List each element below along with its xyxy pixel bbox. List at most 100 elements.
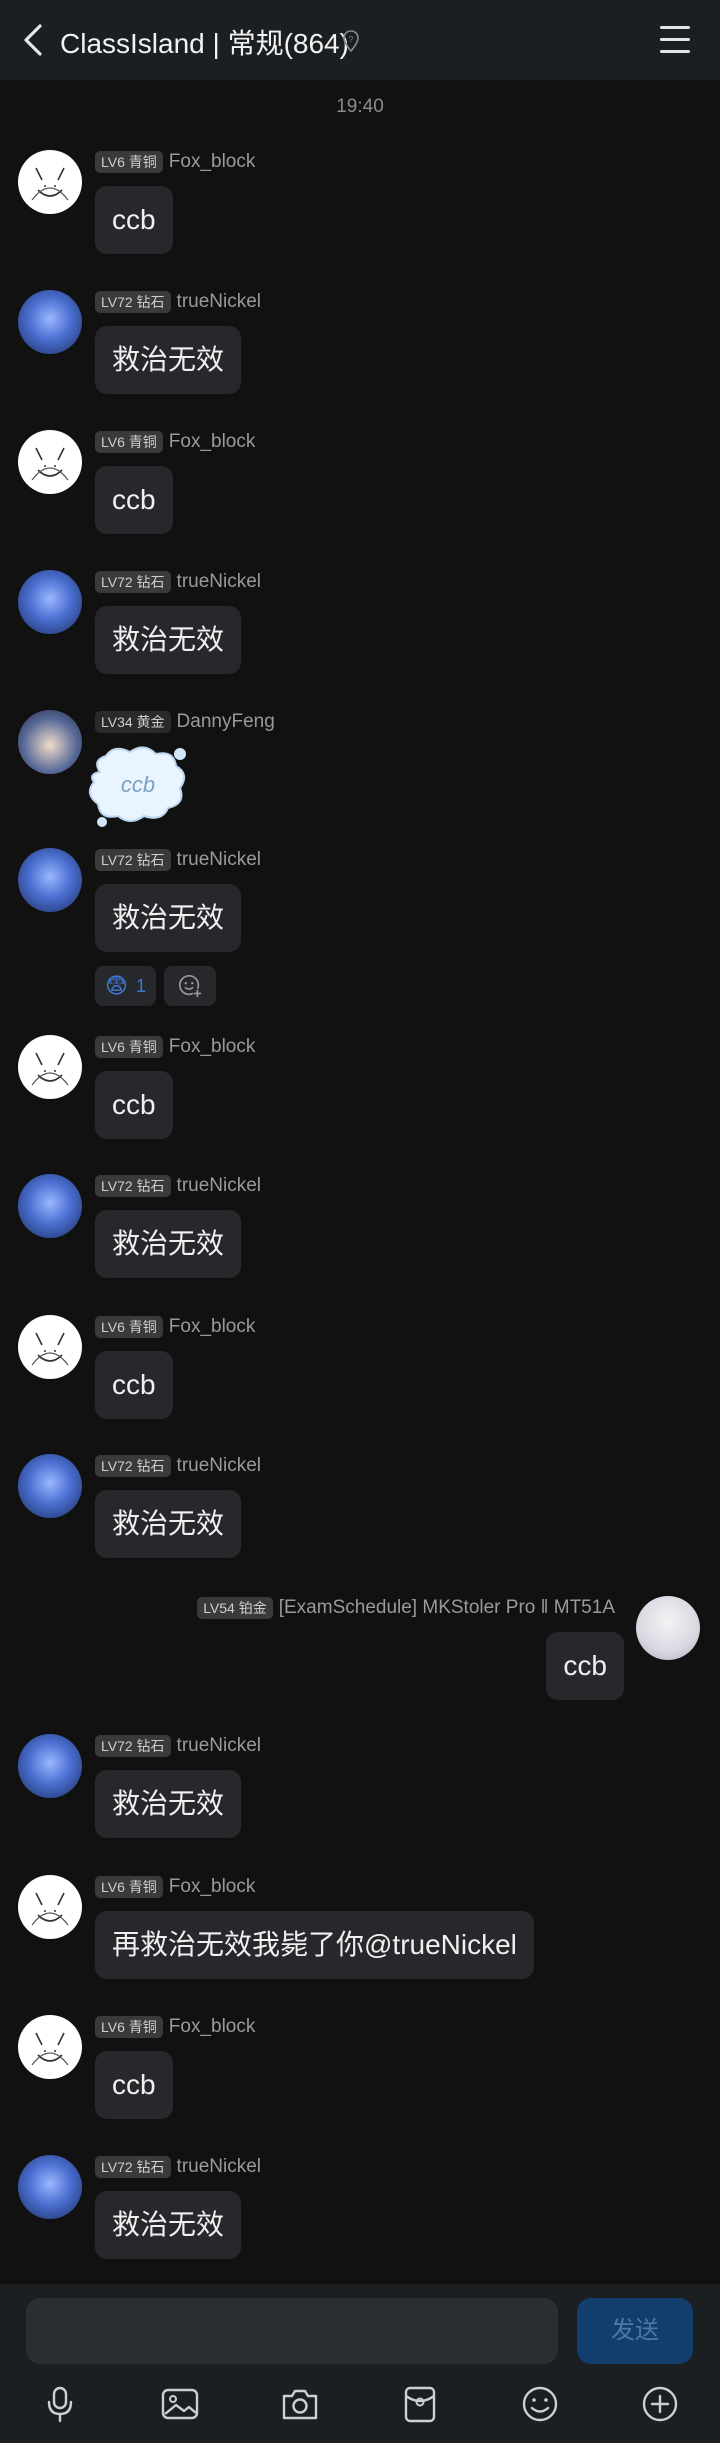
sender-meta: LV6 青铜 Fox_block: [95, 1035, 255, 1059]
hamburger-menu-icon[interactable]: [660, 26, 690, 54]
message-row: LV72 钻石 trueNickel 救治无效: [0, 1174, 720, 1284]
composer-bar: 发送: [0, 2284, 720, 2443]
level-badge: LV72 钻石: [95, 1175, 171, 1197]
send-button[interactable]: 发送: [577, 2298, 693, 2364]
message-row: LV72 钻石 trueNickel 救治无效: [0, 1454, 720, 1564]
emoji-icon[interactable]: [518, 2382, 562, 2426]
sender-meta: LV34 黄金 DannyFeng: [95, 710, 275, 734]
message-bubble[interactable]: ccb: [546, 1632, 624, 1700]
avatar-fox-block[interactable]: [18, 1315, 82, 1379]
avatar-fox-block[interactable]: [18, 430, 82, 494]
message-row: LV6 青铜 Fox_block ccb: [0, 150, 720, 260]
message-row: LV34 黄金 DannyFeng ccb: [0, 710, 720, 840]
level-badge: LV6 青铜: [95, 1316, 163, 1338]
sender-meta: LV6 青铜 Fox_block: [95, 430, 255, 454]
message-row: LV6 青铜 Fox_block ccb: [0, 2015, 720, 2125]
message-input[interactable]: [26, 2298, 558, 2364]
add-reaction-icon: [178, 974, 203, 999]
sender-name[interactable]: [ExamSchedule] MKStoler Pro ‖ MT51A: [279, 1597, 615, 1619]
sender-name[interactable]: trueNickel: [177, 2156, 261, 2178]
sender-meta: LV72 钻石 trueNickel: [95, 1174, 261, 1198]
sender-meta: LV54 铂金 [ExamSchedule] MKStoler Pro ‖ MT5…: [197, 1596, 615, 1620]
sender-name[interactable]: Fox_block: [169, 151, 256, 173]
sender-name[interactable]: Fox_block: [169, 2016, 256, 2038]
sender-meta: LV72 钻石 trueNickel: [95, 2155, 261, 2179]
message-bubble[interactable]: 救治无效: [95, 884, 242, 952]
avatar-truenickel[interactable]: [18, 2155, 82, 2219]
sender-meta: LV72 钻石 trueNickel: [95, 848, 261, 872]
level-badge: LV72 钻石: [95, 1735, 171, 1757]
chat-header: ClassIsland | 常规(864) ?: [0, 0, 720, 80]
image-icon[interactable]: [158, 2382, 202, 2426]
reaction-bar: 😨 1: [95, 966, 216, 1006]
sticker-text: ccb: [120, 772, 156, 797]
sender-name[interactable]: trueNickel: [177, 1455, 261, 1477]
message-row: LV72 钻石 trueNickel 救治无效: [0, 2155, 720, 2265]
avatar-truenickel[interactable]: [18, 1174, 82, 1238]
message-row: LV72 钻石 trueNickel 救治无效: [0, 290, 720, 400]
sender-meta: LV6 青铜 Fox_block: [95, 1875, 255, 1899]
message-bubble[interactable]: ccb: [95, 1071, 173, 1139]
avatar-truenickel[interactable]: [18, 290, 82, 354]
message-bubble[interactable]: ccb: [95, 1351, 173, 1419]
message-bubble[interactable]: 救治无效: [95, 1210, 242, 1278]
message-bubble[interactable]: 救治无效: [95, 1490, 242, 1558]
sender-meta: LV72 钻石 trueNickel: [95, 290, 261, 314]
message-row: LV72 钻石 trueNickel 救治无效: [0, 1734, 720, 1844]
message-bubble[interactable]: 再救治无效我毙了你@trueNickel: [95, 1911, 534, 1979]
avatar-dannyfeng[interactable]: [18, 710, 82, 774]
message-row: LV6 青铜 Fox_block ccb: [0, 1315, 720, 1425]
sender-name[interactable]: Fox_block: [169, 431, 256, 453]
sender-name[interactable]: Fox_block: [169, 1876, 256, 1898]
message-row: LV72 钻石 trueNickel 救治无效 😨 1: [0, 848, 720, 1018]
chevron-left-icon[interactable]: [18, 20, 48, 60]
sender-name[interactable]: Fox_block: [169, 1316, 256, 1338]
avatar-fox-block[interactable]: [18, 2015, 82, 2079]
message-bubble[interactable]: ccb: [95, 466, 173, 534]
microphone-icon[interactable]: [38, 2382, 82, 2426]
sender-name[interactable]: trueNickel: [177, 1735, 261, 1757]
level-badge: LV6 青铜: [95, 2016, 163, 2038]
sender-name[interactable]: trueNickel: [177, 571, 261, 593]
avatar-truenickel[interactable]: [18, 1454, 82, 1518]
red-packet-icon[interactable]: [398, 2382, 442, 2426]
reaction-chip[interactable]: 😨 1: [95, 966, 156, 1006]
sender-name[interactable]: trueNickel: [177, 849, 261, 871]
message-row: LV6 青铜 Fox_block 再救治无效我毙了你@trueNickel: [0, 1875, 720, 1985]
message-bubble[interactable]: 救治无效: [95, 1770, 242, 1838]
avatar-truenickel[interactable]: [18, 1734, 82, 1798]
level-badge: LV34 黄金: [95, 711, 171, 733]
message-bubble[interactable]: 救治无效: [95, 606, 242, 674]
plus-icon[interactable]: [638, 2382, 682, 2426]
level-badge: LV72 钻石: [95, 291, 171, 313]
avatar-fox-block[interactable]: [18, 1875, 82, 1939]
level-badge: LV6 青铜: [95, 431, 163, 453]
sender-name[interactable]: trueNickel: [177, 291, 261, 313]
level-badge: LV6 青铜: [95, 1036, 163, 1058]
level-badge: LV72 钻石: [95, 571, 171, 593]
avatar-fox-block[interactable]: [18, 150, 82, 214]
avatar-truenickel[interactable]: [18, 570, 82, 634]
add-reaction-button[interactable]: [163, 966, 216, 1006]
sender-name[interactable]: Fox_block: [169, 1036, 256, 1058]
message-row: LV72 钻石 trueNickel 救治无效: [0, 570, 720, 680]
chat-title[interactable]: ClassIsland | 常规(864): [60, 22, 349, 62]
sticker-image[interactable]: ccb: [82, 742, 194, 830]
message-row: LV6 青铜 Fox_block ccb: [0, 430, 720, 540]
avatar-self[interactable]: [636, 1596, 700, 1660]
avatar-truenickel[interactable]: [18, 848, 82, 912]
message-bubble[interactable]: 救治无效: [95, 2191, 242, 2259]
sender-meta: LV72 钻石 trueNickel: [95, 1734, 261, 1758]
sender-name[interactable]: trueNickel: [177, 1175, 261, 1197]
message-bubble[interactable]: 救治无效: [95, 326, 242, 394]
sender-meta: LV72 钻石 trueNickel: [95, 570, 261, 594]
camera-icon[interactable]: [278, 2382, 322, 2426]
avatar-fox-block[interactable]: [18, 1035, 82, 1099]
location-pin-icon: ?: [343, 30, 359, 52]
message-row: LV6 青铜 Fox_block ccb: [0, 1035, 720, 1145]
reaction-emoji: 😨: [105, 973, 128, 998]
sender-name[interactable]: DannyFeng: [177, 711, 275, 733]
timestamp: 19:40: [336, 96, 384, 117]
message-bubble[interactable]: ccb: [95, 2051, 173, 2119]
message-bubble[interactable]: ccb: [95, 186, 173, 254]
